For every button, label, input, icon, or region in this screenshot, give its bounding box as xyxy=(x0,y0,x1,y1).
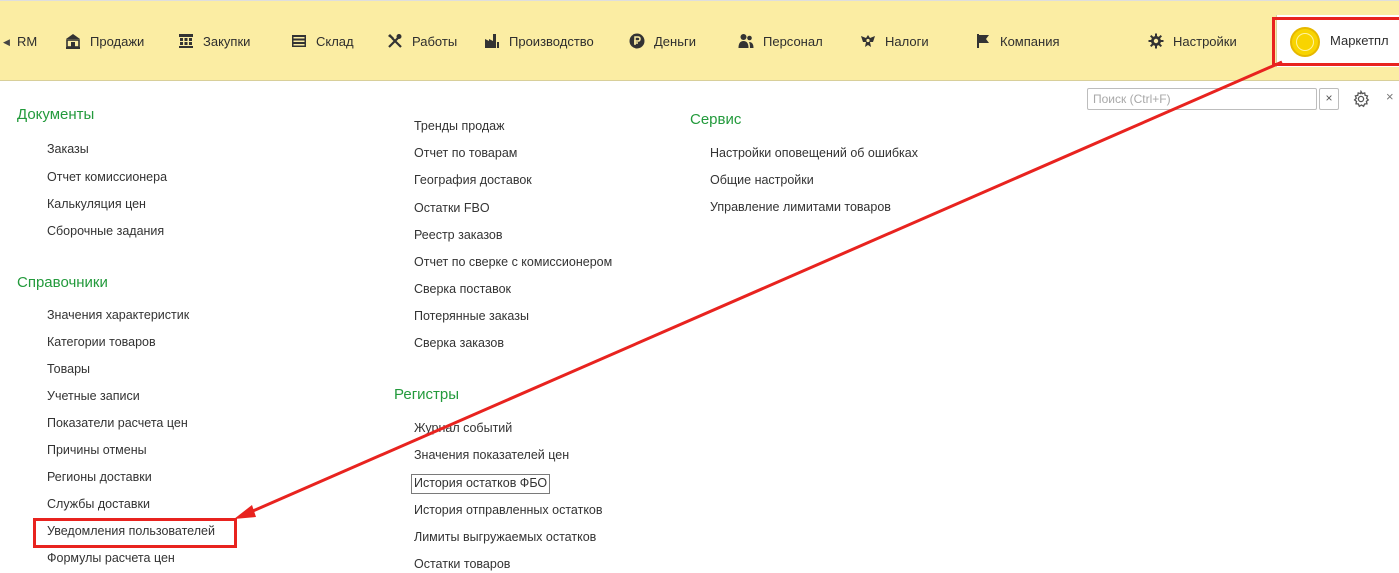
shop-icon xyxy=(65,33,81,49)
link-supply-reconciliation[interactable]: Сверка поставок xyxy=(414,280,511,298)
section-staff[interactable]: Персонал xyxy=(738,31,823,53)
link-orders-registry[interactable]: Реестр заказов xyxy=(414,226,503,244)
link-event-log[interactable]: Журнал событий xyxy=(414,419,512,437)
section-label: Склад xyxy=(316,34,354,49)
section-label: Деньги xyxy=(654,34,696,49)
settings-gear-icon[interactable] xyxy=(1352,90,1370,108)
sections-bar: ◀ RM Продажи Закупки Склад Работы Произв… xyxy=(0,0,1399,81)
link-commissioner-reconciliation[interactable]: Отчет по сверке с комиссионером xyxy=(414,253,612,271)
link-products[interactable]: Товары xyxy=(47,360,90,378)
section-label: Закупки xyxy=(203,34,251,49)
link-delivery-geography[interactable]: География доставок xyxy=(414,171,532,189)
triangle-left-icon[interactable]: ◀ xyxy=(3,31,10,53)
link-sent-stock-history[interactable]: История отправленных остатков xyxy=(414,501,603,519)
section-label: Продажи xyxy=(90,34,145,49)
section-label: RM xyxy=(17,34,38,49)
link-lost-orders[interactable]: Потерянные заказы xyxy=(414,307,529,325)
group-title-catalogs: Справочники xyxy=(17,274,108,291)
section-money[interactable]: Деньги xyxy=(629,31,696,53)
section-taxes[interactable]: Налоги xyxy=(860,31,929,53)
eagle-emblem-icon xyxy=(860,33,876,49)
link-characteristic-values[interactable]: Значения характеристик xyxy=(47,306,189,324)
section-label: Работы xyxy=(412,34,458,49)
link-fbo-stock-history[interactable]: История остатков ФБО xyxy=(411,474,551,494)
link-cancel-reasons[interactable]: Причины отмены xyxy=(47,441,147,459)
link-orders[interactable]: Заказы xyxy=(47,140,89,158)
annotation-highlight-marketplace xyxy=(1272,17,1399,66)
link-delivery-regions[interactable]: Регионы доставки xyxy=(47,468,152,486)
section-works[interactable]: Работы xyxy=(387,31,457,53)
section-label: Налоги xyxy=(885,34,929,49)
group-title-documents: Документы xyxy=(17,106,95,123)
link-commissioner-report[interactable]: Отчет комиссионера xyxy=(47,168,167,186)
link-fbo-stock[interactable]: Остатки FBO xyxy=(414,199,490,217)
close-icon[interactable]: × xyxy=(1386,89,1394,104)
link-general-settings[interactable]: Общие настройки xyxy=(710,171,814,189)
section-company[interactable]: Компания xyxy=(975,31,1060,53)
search-clear-button[interactable]: × xyxy=(1319,88,1339,110)
link-error-notifications-settings[interactable]: Настройки оповещений об ошибках xyxy=(710,144,918,162)
factory-icon xyxy=(484,33,500,49)
link-products-report[interactable]: Отчет по товарам xyxy=(414,144,517,162)
link-orders-reconciliation[interactable]: Сверка заказов xyxy=(414,334,504,352)
section-label: Настройки xyxy=(1173,34,1237,49)
section-rm[interactable]: RM xyxy=(17,31,37,53)
section-label: Персонал xyxy=(763,34,823,49)
link-price-indicators[interactable]: Показатели расчета цен xyxy=(47,414,188,432)
link-accounts[interactable]: Учетные записи xyxy=(47,387,140,405)
link-assembly-tasks[interactable]: Сборочные задания xyxy=(47,222,164,240)
link-price-indicator-values[interactable]: Значения показателей цен xyxy=(414,446,569,464)
section-label: Компания xyxy=(1000,34,1060,49)
link-upload-stock-limits[interactable]: Лимиты выгружаемых остатков xyxy=(414,528,596,546)
people-icon xyxy=(738,33,754,49)
annotation-arrow xyxy=(234,60,1283,519)
gear-icon xyxy=(1148,33,1164,49)
section-sales[interactable]: Продажи xyxy=(65,31,144,53)
flag-icon xyxy=(975,33,991,49)
section-settings[interactable]: Настройки xyxy=(1148,31,1237,53)
section-purchases[interactable]: Закупки xyxy=(178,31,250,53)
section-warehouse[interactable]: Склад xyxy=(291,31,354,53)
link-product-categories[interactable]: Категории товаров xyxy=(47,333,156,351)
link-product-stock[interactable]: Остатки товаров xyxy=(414,555,510,573)
link-sales-trends[interactable]: Тренды продаж xyxy=(414,117,505,135)
link-price-calculation[interactable]: Калькуляция цен xyxy=(47,195,146,213)
group-title-service: Сервис xyxy=(690,111,742,128)
group-title-registers: Регистры xyxy=(394,386,460,403)
link-price-formulas[interactable]: Формулы расчета цен xyxy=(47,549,175,567)
section-production[interactable]: Производство xyxy=(484,31,594,53)
annotation-highlight-user-notifications xyxy=(33,518,237,548)
cart-icon xyxy=(178,33,194,49)
warehouse-icon xyxy=(291,33,307,49)
link-product-limits-management[interactable]: Управление лимитами товаров xyxy=(710,198,891,216)
search-input[interactable] xyxy=(1087,88,1317,110)
ruble-coin-icon xyxy=(629,33,645,49)
link-delivery-services[interactable]: Службы доставки xyxy=(47,495,150,513)
section-label: Производство xyxy=(509,34,594,49)
tools-icon xyxy=(387,33,403,49)
